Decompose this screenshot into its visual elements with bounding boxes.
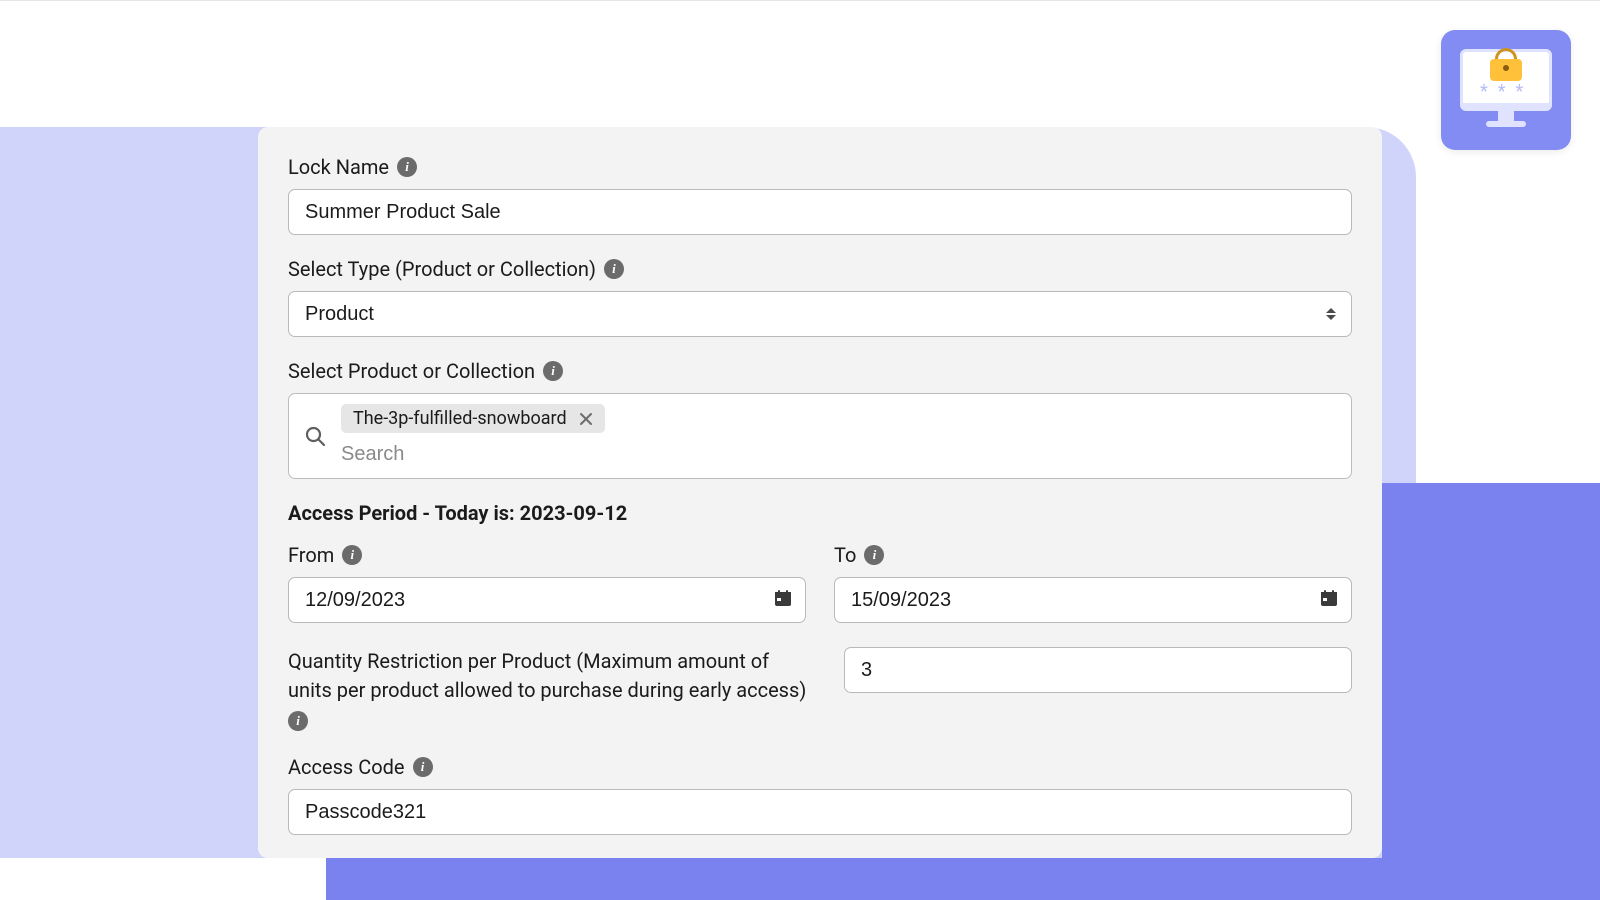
lock-name-label-row: Lock Name i [288,155,1352,179]
field-lock-name: Lock Name i [288,155,1352,235]
to-input-wrap [834,577,1352,623]
search-icon [303,424,327,452]
form-card: Lock Name i Select Type (Product or Coll… [258,127,1382,858]
info-icon[interactable]: i [413,757,433,777]
lock-name-label: Lock Name [288,155,389,179]
select-item-label: Select Product or Collection [288,359,535,383]
quantity-label-row: Quantity Restriction per Product (Maximu… [288,647,808,731]
bg-panel-bottom-left [0,858,326,900]
calendar-icon[interactable] [774,589,792,611]
info-icon[interactable]: i [543,361,563,381]
chip-remove-icon[interactable] [577,410,595,428]
select-type-label: Select Type (Product or Collection) [288,257,596,281]
access-code-label-row: Access Code i [288,755,1352,779]
select-type-label-row: Select Type (Product or Collection) i [288,257,1352,281]
access-code-input[interactable] [288,789,1352,835]
select-type-dropdown[interactable] [288,291,1352,337]
to-label-row: To i [834,543,1352,567]
from-col: From i [288,543,806,623]
chip-label: The-3p-fulfilled-snowboard [353,408,567,429]
app-logo-badge: *** [1441,30,1571,150]
bg-panel-right [1382,483,1600,900]
to-date-input[interactable] [834,577,1352,623]
product-search-input[interactable] [341,441,1337,468]
calendar-icon[interactable] [1320,589,1338,611]
field-select-item: Select Product or Collection i The-3p-fu… [288,359,1352,479]
bg-panel-bottom [326,858,1600,900]
info-icon[interactable]: i [864,545,884,565]
select-type-wrap [288,291,1352,337]
lock-name-input[interactable] [288,189,1352,235]
from-input-wrap [288,577,806,623]
to-label: To [834,543,856,567]
field-access-code: Access Code i [288,755,1352,835]
select-item-label-row: Select Product or Collection i [288,359,1352,383]
from-date-input[interactable] [288,577,806,623]
info-icon[interactable]: i [397,157,417,177]
field-select-type: Select Type (Product or Collection) i [288,257,1352,337]
product-tagbox[interactable]: The-3p-fulfilled-snowboard [288,393,1352,479]
top-divider [0,0,1600,1]
selected-product-chip: The-3p-fulfilled-snowboard [341,404,605,433]
info-icon[interactable]: i [288,711,308,731]
from-label-row: From i [288,543,806,567]
monitor-lock-icon: *** [1460,49,1552,131]
access-period-heading: Access Period - Today is: 2023-09-12 [288,501,1352,525]
info-icon[interactable]: i [342,545,362,565]
info-icon[interactable]: i [604,259,624,279]
access-code-label: Access Code [288,755,405,779]
from-label: From [288,543,334,567]
quantity-row: Quantity Restriction per Product (Maximu… [288,647,1352,731]
quantity-input[interactable] [844,647,1352,693]
quantity-label: Quantity Restriction per Product (Maximu… [288,647,808,705]
to-col: To i [834,543,1352,623]
date-row: From i To i [288,543,1352,623]
